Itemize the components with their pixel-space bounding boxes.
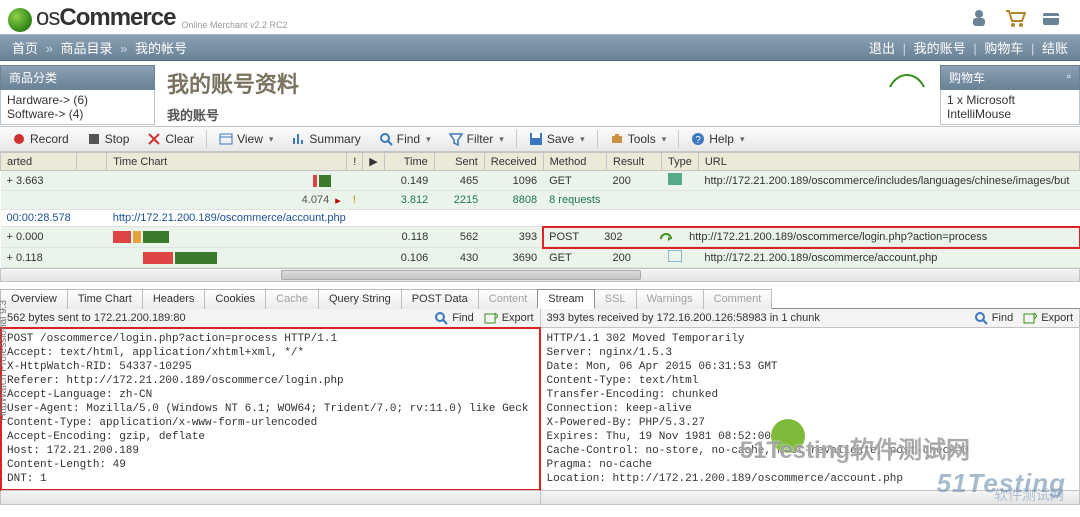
sidebar-right: 购物车▫ 1 x Microsoft IntelliMouse	[940, 65, 1080, 126]
tab-comment: Comment	[703, 289, 773, 309]
export-button[interactable]: Export	[1023, 311, 1073, 325]
response-pane-head: 393 bytes received by 172.16.200.126:589…	[547, 312, 820, 324]
osc-header: osCommerce Online Merchant v2.2 RC2	[0, 0, 1080, 34]
export-button[interactable]: Export	[484, 311, 534, 325]
nav-home[interactable]: 首页	[12, 41, 38, 56]
cart-title: 购物车▫	[940, 65, 1080, 90]
tab-headers[interactable]: Headers	[142, 289, 206, 309]
hw-toolbar: Record Stop Clear View Summary Find Filt…	[0, 126, 1080, 152]
swirl-icon	[8, 8, 32, 32]
cat-body: Hardware-> (6) Software-> (4)	[0, 90, 155, 125]
app-version-label: HttpWatch Professional 9.3	[0, 300, 9, 421]
cart-body: 1 x Microsoft IntelliMouse	[940, 90, 1080, 125]
tools-menu[interactable]: Tools	[604, 130, 673, 148]
table-row[interactable]: 4.074▸ ! 3.812 2215 8808 8 requests	[1, 191, 1080, 210]
tab-cache: Cache	[265, 289, 319, 309]
find-button[interactable]: Find	[974, 311, 1013, 325]
stream-wrap: 562 bytes sent to 172.21.200.189:80 Find…	[0, 309, 1080, 505]
response-pane: 393 bytes received by 172.16.200.126:589…	[541, 309, 1080, 505]
nav-account[interactable]: 我的帐号	[135, 41, 187, 56]
tab-warnings: Warnings	[636, 289, 704, 309]
cart-icon[interactable]	[1004, 7, 1026, 29]
cart-item[interactable]: 1 x Microsoft IntelliMouse	[947, 93, 1073, 121]
header-icons	[968, 7, 1062, 29]
request-pane: 562 bytes sent to 172.21.200.189:80 Find…	[0, 309, 541, 505]
filter-button[interactable]: Filter	[443, 130, 510, 148]
html-type-icon	[668, 250, 682, 262]
redirect-icon	[659, 229, 673, 241]
table-row[interactable]: 00:00:28.578 http://172.21.200.189/oscom…	[1, 210, 1080, 227]
checkout-icon[interactable]	[1040, 7, 1062, 29]
grid-scrollbar[interactable]	[0, 268, 1080, 282]
detail-tabs: OverviewTime ChartHeadersCookiesCacheQue…	[0, 288, 1080, 309]
table-row[interactable]: + 0.118 0.106 430 3690 GET 200 http://17…	[1, 248, 1080, 268]
pane-scrollbar[interactable]	[541, 490, 1080, 504]
osc-nav: 首页 » 商品目录 » 我的帐号 退出 | 我的账号 | 购物车 | 结账	[0, 34, 1080, 61]
logo-subtitle: Online Merchant v2.2 RC2	[181, 20, 287, 30]
nav-logout[interactable]: 退出	[869, 41, 895, 56]
find-button[interactable]: Find	[373, 130, 437, 148]
tab-stream[interactable]: Stream	[537, 289, 594, 309]
nav-myaccount[interactable]: 我的账号	[914, 41, 966, 56]
cat-item[interactable]: Software-> (4)	[7, 107, 148, 121]
logo-text: osCommerce	[36, 4, 175, 32]
account-icon[interactable]	[968, 7, 990, 29]
breadcrumb: 首页 » 商品目录 » 我的帐号	[10, 38, 189, 57]
pane-scrollbar[interactable]	[1, 490, 540, 504]
nav-cart[interactable]: 购物车	[984, 41, 1023, 56]
tab-post-data[interactable]: POST Data	[401, 289, 479, 309]
osc-logo: osCommerce Online Merchant v2.2 RC2	[8, 4, 287, 32]
nav-right: 退出 | 我的账号 | 购物车 | 结账	[867, 38, 1070, 57]
view-menu[interactable]: View	[213, 130, 279, 148]
cat-item[interactable]: Hardware-> (6)	[7, 93, 148, 107]
request-raw[interactable]: POST /oscommerce/login.php?action=proces…	[1, 328, 540, 490]
clear-button[interactable]: Clear	[141, 130, 200, 148]
stop-button[interactable]: Stop	[81, 130, 136, 148]
tab-overview[interactable]: Overview	[0, 289, 68, 309]
cat-title: 商品分类	[0, 65, 155, 90]
page-title: 我的账号资料	[167, 67, 876, 99]
record-button[interactable]: Record	[6, 130, 75, 148]
request-pane-head: 562 bytes sent to 172.21.200.189:80	[7, 312, 186, 324]
help-menu[interactable]: ?Help	[685, 130, 750, 148]
find-button[interactable]: Find	[434, 311, 473, 325]
sidebar-left: 商品分类 Hardware-> (6) Software-> (4)	[0, 65, 155, 126]
tab-cookies[interactable]: Cookies	[204, 289, 266, 309]
nav-catalog[interactable]: 商品目录	[61, 41, 113, 56]
main-content: 我的账号资料 我的账号	[163, 65, 880, 126]
page-subtitle: 我的账号	[167, 105, 876, 124]
request-grid[interactable]: arted Time Chart ! ▶ Time Sent Received …	[0, 152, 1080, 268]
svg-text:?: ?	[695, 135, 701, 146]
tab-content: Content	[478, 289, 539, 309]
deco-swirl	[888, 65, 932, 126]
osc-body: 商品分类 Hardware-> (6) Software-> (4) 我的账号资…	[0, 61, 1080, 126]
nav-checkout[interactable]: 结账	[1042, 41, 1068, 56]
table-row[interactable]: + 3.663 0.149 465 1096 GET 200 http://17…	[1, 171, 1080, 191]
tab-ssl: SSL	[594, 289, 637, 309]
grid-header[interactable]: arted Time Chart ! ▶ Time Sent Received …	[1, 153, 1080, 171]
summary-button[interactable]: Summary	[285, 130, 366, 148]
tab-time-chart[interactable]: Time Chart	[67, 289, 143, 309]
response-raw[interactable]: HTTP/1.1 302 Moved Temporarily Server: n…	[541, 328, 1080, 490]
tab-query-string[interactable]: Query String	[318, 289, 402, 309]
save-button[interactable]: Save	[523, 130, 591, 148]
image-type-icon	[668, 173, 682, 185]
table-row[interactable]: + 0.000 0.118 562 393 POST 302 http://17…	[1, 227, 1080, 248]
